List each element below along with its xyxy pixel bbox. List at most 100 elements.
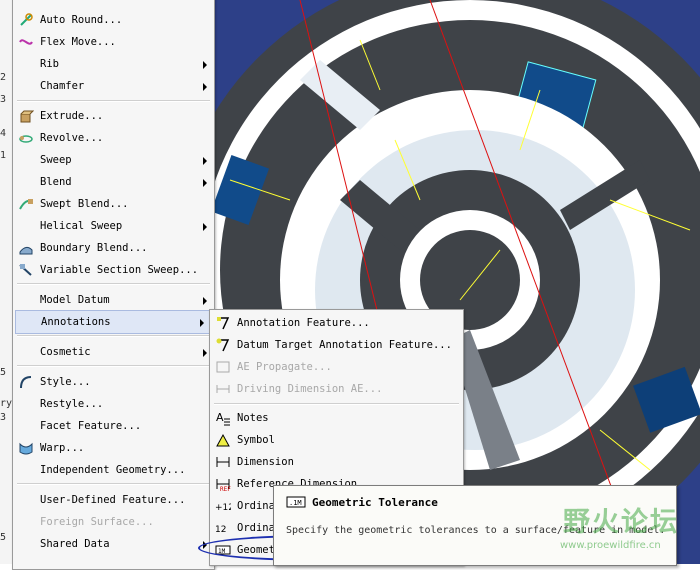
menu-item-model-datum[interactable]: Model Datum <box>13 289 214 311</box>
menu-item-label: Driving Dimension AE... <box>237 383 383 395</box>
submenu-arrow-icon <box>203 179 207 187</box>
menu-item-label: Rib <box>40 58 59 70</box>
menu-item-symbol[interactable]: Symbol <box>210 429 463 451</box>
menu-item-sweep[interactable]: Sweep <box>13 149 214 171</box>
menu-separator <box>214 403 459 405</box>
menu-item-facet-feature[interactable]: Facet Feature... <box>13 415 214 437</box>
menu-item-label: Restyle... <box>40 398 104 410</box>
menu-item-variable-section-sweep[interactable]: Variable Section Sweep... <box>13 259 214 281</box>
menu-item-annotations[interactable]: Annotations <box>15 310 212 334</box>
menu-item-label: Datum Target Annotation Feature... <box>237 339 452 351</box>
menu-item-notes[interactable]: A Notes <box>210 407 463 429</box>
menu-item-label: Flex Move... <box>40 36 116 48</box>
menu-item-label: Shared Data <box>40 538 110 550</box>
submenu-arrow-icon <box>203 297 207 305</box>
edge-fragment: 5 <box>0 367 7 378</box>
menu-item-label: Style... <box>40 376 91 388</box>
menu-item-label: Auto Round... <box>40 14 123 26</box>
tooltip-title: Geometric Tolerance <box>312 496 438 509</box>
menu-item-annotation-feature[interactable]: Annotation Feature... <box>210 312 463 334</box>
menu-item-rib[interactable]: Rib <box>13 53 214 75</box>
geometric-tolerance-icon: .1M <box>286 496 306 508</box>
tooltip: .1M Geometric Tolerance Specify the geom… <box>273 485 677 566</box>
menu-item-label: Notes <box>237 412 269 424</box>
svg-text:REF: REF <box>220 486 231 492</box>
menu-item-label: Blend <box>40 176 72 188</box>
submenu-arrow-icon <box>200 319 204 327</box>
variable-sweep-icon <box>19 264 32 276</box>
menu-item-independent-geometry[interactable]: Independent Geometry... <box>13 459 214 481</box>
swept-blend-icon <box>19 199 33 210</box>
menu-item-label: Model Datum <box>40 294 110 306</box>
menu-item-label: Independent Geometry... <box>40 464 186 476</box>
submenu-arrow-icon <box>203 349 207 357</box>
edge-fragment: 3 <box>0 412 7 423</box>
boundary-blend-icon <box>19 246 33 255</box>
warp-icon <box>19 442 33 455</box>
menu-item-dimension[interactable]: Dimension <box>210 451 463 473</box>
menu-item-label: AE Propagate... <box>237 361 332 373</box>
menu-item-helical-sweep[interactable]: Helical Sweep <box>13 215 214 237</box>
svg-text:12: 12 <box>215 525 226 535</box>
menu-item-shared-data[interactable]: Shared Data <box>13 533 214 555</box>
menu-item-label: Revolve... <box>40 132 104 144</box>
menu-item-label: User-Defined Feature... <box>40 494 186 506</box>
menu-item-datum-target-annotation[interactable]: Datum Target Annotation Feature... <box>210 334 463 356</box>
menu-item-user-defined-feature[interactable]: User-Defined Feature... <box>13 489 214 511</box>
svg-text:+12: +12 <box>215 503 231 513</box>
menu-item-label: Sweep <box>40 154 72 166</box>
menu-item-label: Symbol <box>237 434 275 446</box>
menu-item-blend[interactable]: Blend <box>13 171 214 193</box>
menu-item-label: Dimension <box>237 456 294 468</box>
ae-propagate-icon <box>216 361 230 373</box>
menu-item-label: Ordina <box>237 500 275 512</box>
menu-item-revolve[interactable]: Revolve... <box>13 127 214 149</box>
menu-item-label: Extrude... <box>40 110 104 122</box>
style-icon <box>20 376 32 389</box>
revolve-icon <box>19 135 33 143</box>
tooltip-description: Specify the geometric tolerances to a su… <box>286 525 666 536</box>
svg-text:.1M: .1M <box>289 499 302 507</box>
submenu-arrow-icon <box>203 61 207 69</box>
submenu-arrow-icon <box>203 157 207 165</box>
submenu-arrow-icon <box>203 223 207 231</box>
menu-item-swept-blend[interactable]: Swept Blend... <box>13 193 214 215</box>
menu-item-label: Boundary Blend... <box>40 242 148 254</box>
flex-move-icon <box>19 39 33 45</box>
menu-item-label: Foreign Surface... <box>40 516 154 528</box>
edge-fragment: 3 <box>0 94 7 105</box>
annotation-feature-icon <box>217 317 230 330</box>
menu-item-cosmetic[interactable]: Cosmetic <box>13 341 214 363</box>
menu-item-driving-dimension-ae: Driving Dimension AE... <box>210 378 463 400</box>
ordinate-icon: 12 <box>215 525 226 535</box>
insert-menu: Auto Round... Flex Move... Rib Chamfer E… <box>12 0 215 570</box>
menu-item-boundary-blend[interactable]: Boundary Blend... <box>13 237 214 259</box>
submenu-arrow-icon <box>203 83 207 91</box>
menu-item-ae-propagate: AE Propagate... <box>210 356 463 378</box>
menu-separator <box>17 100 210 102</box>
round-icon <box>20 13 33 26</box>
menu-separator <box>17 335 210 337</box>
menu-item-style[interactable]: Style... <box>13 371 214 393</box>
menu-item-label: Annotation Feature... <box>237 317 370 329</box>
menu-item-restyle[interactable]: Restyle... <box>13 393 214 415</box>
menu-item-label: Helical Sweep <box>40 220 123 232</box>
menu-item-flex-move[interactable]: Flex Move... <box>13 31 214 53</box>
menu-item-extrude[interactable]: Extrude... <box>13 105 214 127</box>
menu-separator <box>17 365 210 367</box>
menu-item-label: Warp... <box>40 442 85 454</box>
edge-fragment: 4 <box>0 128 7 139</box>
menu-item-chamfer[interactable]: Chamfer <box>13 75 214 97</box>
edge-fragment: ry <box>0 398 13 409</box>
reference-dimension-icon: REF <box>216 479 231 492</box>
menu-item-auto-round[interactable]: Auto Round... <box>13 9 214 31</box>
datum-target-icon <box>216 338 230 352</box>
menu-item-label: Chamfer <box>40 80 85 92</box>
menu-item-foreign-surface: Foreign Surface... <box>13 511 214 533</box>
menu-item-label: Swept Blend... <box>40 198 129 210</box>
extrude-icon <box>20 110 34 123</box>
menu-separator <box>17 483 210 485</box>
menu-item-warp[interactable]: Warp... <box>13 437 214 459</box>
menu-item-label: Annotations <box>41 316 111 328</box>
edge-fragment: 2 <box>0 72 7 83</box>
